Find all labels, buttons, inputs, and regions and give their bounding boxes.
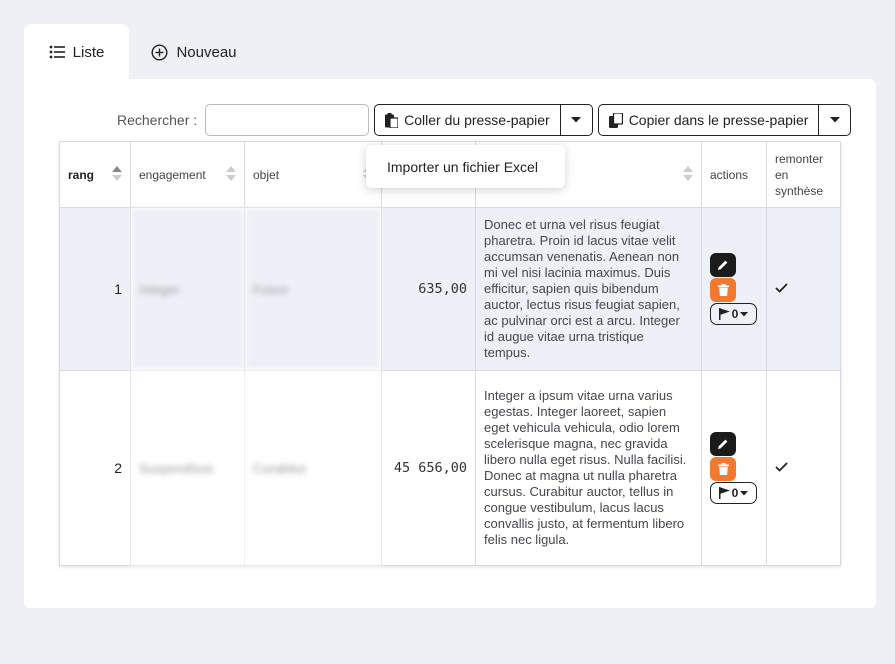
header-objet-label: objet [253,167,280,182]
import-excel-label: Importer un fichier Excel [387,158,538,175]
cell-actions: 0 [701,207,767,371]
tab-liste[interactable]: Liste [24,24,129,80]
flag-dropdown[interactable]: 0 [710,482,757,504]
cell-objet: Curabitur [244,370,382,566]
edit-button[interactable] [710,253,736,277]
check-icon [775,462,788,472]
paste-button-group: Coller du presse-papier [374,104,593,136]
delete-button[interactable] [710,278,736,302]
header-actions-label: actions [710,167,749,182]
cell-description: Donec et urna vel risus feugiat pharetra… [475,207,702,371]
table-toolbar: Rechercher : Coller du presse-papier Cop… [117,104,852,136]
header-actions: actions [701,141,767,208]
caret-down-icon [571,117,582,123]
cell-rang: 2 [59,370,131,566]
flag-count: 0 [731,486,739,500]
table-row: 1 Integer Fusce 635,00 Donec et urna vel… [59,207,841,371]
header-rang[interactable]: rang [59,141,131,208]
paste-clipboard-button[interactable]: Coller du presse-papier [374,104,561,136]
paste-clipboard-label: Coller du presse-papier [404,112,550,128]
table-row: 2 Suspendisse Curabitur 45 656,00 Intege… [59,370,841,566]
cell-synthese [766,207,841,371]
caret-down-icon [740,490,749,495]
flag-icon [718,487,730,499]
cell-objet: Fusce [244,207,382,371]
header-engagement-label: engagement [139,167,206,182]
cell-engagement: Suspendisse [130,370,245,566]
tab-nouveau[interactable]: Nouveau [129,24,259,80]
paste-dropdown-toggle[interactable] [560,104,593,136]
trash-icon [717,284,729,296]
cell-synthese [766,370,841,566]
paste-icon [385,112,399,128]
cell-engagement: Integer [130,207,245,371]
header-engagement[interactable]: engagement [130,141,245,208]
cell-actions: 0 [701,370,767,566]
trash-icon [717,463,729,475]
import-excel-menu-item[interactable]: Importer un fichier Excel [366,145,565,188]
sort-icon [226,166,236,181]
copy-clipboard-button[interactable]: Copier dans le presse-papier [597,104,820,136]
edit-button[interactable] [710,432,736,456]
check-icon [775,283,788,293]
header-synthese-label: remonter en synthèse [775,151,824,198]
sort-icon [683,166,693,181]
header-objet[interactable]: objet [244,141,382,208]
flag-icon [718,308,730,320]
cell-montant: 635,00 [381,207,476,371]
caret-down-icon [740,311,749,316]
copy-button-group: Copier dans le presse-papier [597,104,852,136]
cell-rang: 1 [59,207,131,371]
header-synthese: remonter en synthèse [766,141,841,208]
flag-count: 0 [731,307,739,321]
sort-icon [112,166,122,181]
data-table: rang engagement objet actions remonter e… [59,141,841,566]
pencil-icon [718,439,728,449]
search-label: Rechercher : [117,112,198,128]
search-input[interactable] [205,104,370,136]
flag-dropdown[interactable]: 0 [710,303,757,325]
cell-description: Integer a ipsum vitae urna varius egesta… [475,370,702,566]
tab-liste-label: Liste [72,43,105,61]
plus-circle-icon [151,43,168,61]
list-icon [49,45,65,59]
copy-icon [608,112,623,128]
tab-nouveau-label: Nouveau [176,43,237,61]
pencil-icon [718,260,728,270]
caret-down-icon [829,117,840,123]
tab-bar: Liste Nouveau [24,24,259,80]
copy-clipboard-label: Copier dans le presse-papier [628,112,809,128]
delete-button[interactable] [710,457,736,481]
cell-montant: 45 656,00 [381,370,476,566]
header-rang-label: rang [68,167,95,182]
copy-dropdown-toggle[interactable] [819,104,852,136]
